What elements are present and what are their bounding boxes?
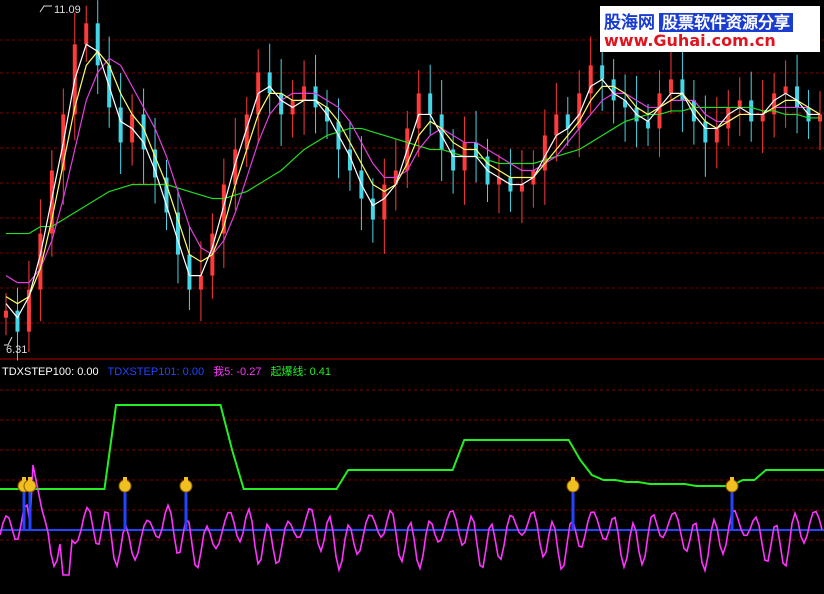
candle-body: [737, 100, 742, 108]
candle-body: [680, 79, 685, 101]
candle-body: [726, 107, 731, 129]
candle-body: [84, 23, 89, 45]
legend-step100: TDXSTEP100: 0.00: [2, 366, 99, 378]
money-bag-icon: [118, 479, 132, 493]
candle-body: [783, 86, 788, 94]
watermark-tagline: 股票软件资源分享: [659, 13, 794, 32]
money-bag-icon-neck: [123, 477, 127, 481]
money-bag-icon-neck: [571, 477, 575, 481]
candle-body: [198, 275, 203, 290]
money-bag-icon: [566, 479, 580, 493]
candle-body: [370, 198, 375, 220]
candle-body: [118, 107, 123, 143]
money-bag-icon-neck: [184, 477, 188, 481]
candle-body: [313, 86, 318, 108]
candle-body: [600, 65, 605, 80]
candle-body: [703, 121, 708, 143]
ma-slow-line: [5, 57, 821, 284]
indicator-legend: TDXSTEP100: 0.00 TDXSTEP101: 0.00 我5: -0…: [2, 363, 331, 379]
candle-body: [4, 310, 8, 318]
legend-qibao: 起爆线: 0.41: [270, 366, 332, 378]
candle-body: [760, 114, 765, 122]
price-low-label: 6.31: [6, 344, 28, 356]
candle-body: [657, 93, 662, 129]
candle-body: [428, 93, 433, 115]
ma-mid-line: [5, 50, 821, 305]
money-bag-icon: [179, 479, 193, 493]
candle-body: [95, 23, 100, 66]
money-bag-icon-neck: [22, 477, 26, 481]
candle-body: [267, 72, 272, 94]
candle-body: [668, 79, 673, 94]
watermark-logo: 股海网 股票软件资源分享 www.Guhai.com.cn: [600, 6, 820, 52]
candle-body: [15, 310, 20, 332]
candle-body: [714, 128, 719, 143]
chart-stage: 11.09 6.31 TDXSTEP100: 0.00 TDXSTEP101: …: [0, 0, 824, 594]
candle-body: [611, 79, 616, 101]
money-bag-icon: [23, 479, 37, 493]
legend-wo5: 我5: -0.27: [213, 366, 262, 378]
candle-body: [382, 184, 387, 220]
candle-body: [795, 86, 800, 108]
candle-body: [554, 114, 559, 136]
watermark-url: www.Guhai.com.cn: [604, 31, 776, 50]
watermark-brand: 股海网: [604, 13, 655, 33]
candle-body: [519, 184, 524, 192]
money-bag-icon-neck: [28, 477, 32, 481]
stock-chart: [0, 0, 824, 576]
candle-body: [646, 121, 651, 129]
price-high-label: 11.09: [54, 4, 81, 16]
ma-fast-line: [5, 43, 820, 319]
high-marker: [39, 5, 52, 13]
money-bag-icon: [725, 479, 739, 493]
candle-body: [416, 93, 421, 129]
legend-step101: TDXSTEP101: 0.00: [107, 366, 205, 378]
candle-body: [279, 93, 284, 115]
candle-body: [749, 100, 754, 122]
qibao-line: [0, 404, 824, 490]
money-bag-icon-neck: [730, 477, 734, 481]
